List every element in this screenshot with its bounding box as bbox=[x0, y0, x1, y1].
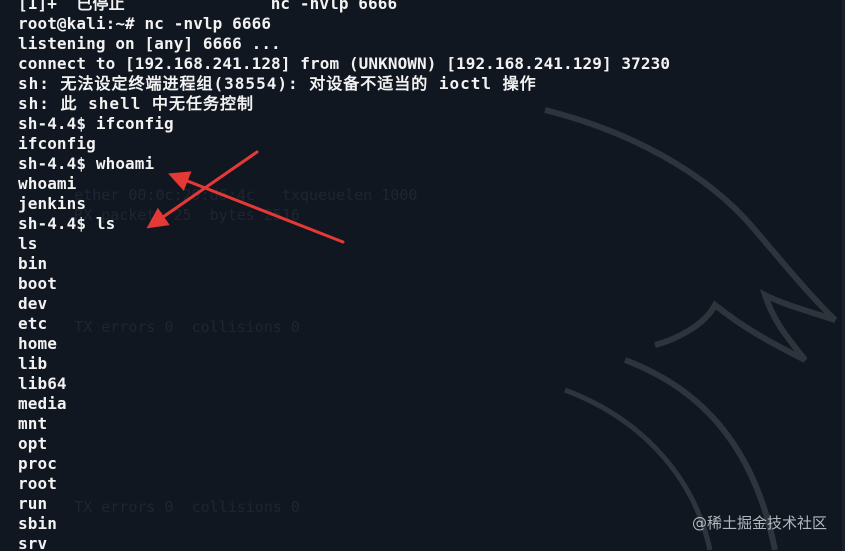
output-line-whoami-result: jenkins bbox=[18, 194, 87, 213]
output-line-listening: listening on [any] 6666 ... bbox=[18, 34, 281, 53]
output-line-sh-error: sh: 无法设定终端进程组(38554): 对设备不适当的 ioctl 操作 bbox=[18, 74, 537, 93]
output-line-dir-lib: lib bbox=[18, 354, 48, 373]
output-line-ifconfig-echo: ifconfig bbox=[18, 134, 96, 153]
output-line-dir-run: run bbox=[18, 494, 48, 513]
output-line-job-stopped: [1]+ 已停止 nc -nvlp 6666 bbox=[18, 0, 398, 13]
terminal-output: [1]+ 已停止 nc -nvlp 6666 root@kali:~# nc -… bbox=[18, 0, 670, 551]
output-line-no-job-control: sh: 此 shell 中无任务控制 bbox=[18, 94, 254, 113]
output-line-dir-media: media bbox=[18, 394, 67, 413]
output-line-dir-etc: etc bbox=[18, 314, 48, 333]
output-line-dir-dev: dev bbox=[18, 294, 48, 313]
output-line-dir-lib64: lib64 bbox=[18, 374, 67, 393]
output-line-connect: connect to [192.168.241.128] from (UNKNO… bbox=[18, 54, 671, 73]
terminal-window[interactable]: ether 00:0c:29:d6:4c txqueuelen 1000 RX … bbox=[0, 0, 845, 551]
output-line-dir-bin: bin bbox=[18, 254, 48, 273]
output-line-dir-home: home bbox=[18, 334, 57, 353]
output-line-nc-command: root@kali:~# nc -nvlp 6666 bbox=[18, 14, 272, 33]
output-line-dir-sbin: sbin bbox=[18, 514, 57, 533]
output-line-ifconfig-command: sh-4.4$ ifconfig bbox=[18, 114, 174, 133]
output-line-dir-boot: boot bbox=[18, 274, 57, 293]
output-line-dir-root: root bbox=[18, 474, 57, 493]
output-line-ls-echo: ls bbox=[18, 234, 38, 253]
output-line-dir-opt: opt bbox=[18, 434, 48, 453]
output-line-dir-proc: proc bbox=[18, 454, 57, 473]
output-line-dir-srv: srv bbox=[18, 534, 48, 551]
output-line-whoami-command: sh-4.4$ whoami bbox=[18, 154, 155, 173]
output-line-whoami-echo: whoami bbox=[18, 174, 77, 193]
source-credit-watermark: @稀土掘金技术社区 bbox=[691, 514, 827, 532]
output-line-ls-command: sh-4.4$ ls bbox=[18, 214, 116, 233]
output-line-dir-mnt: mnt bbox=[18, 414, 48, 433]
